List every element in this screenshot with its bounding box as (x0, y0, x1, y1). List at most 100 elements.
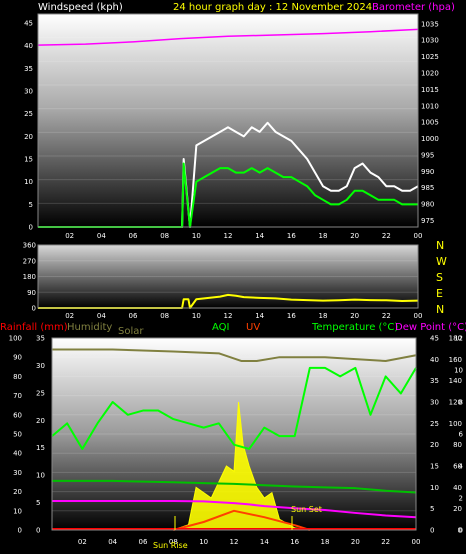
y-tick-label: 0 (430, 527, 434, 535)
y-tick-label: 975 (421, 217, 434, 225)
y-tick-label: 40 (24, 42, 33, 50)
x-tick-label: 20 (350, 312, 359, 320)
y-tick-label: 10 (430, 484, 439, 492)
y-tick-label: 90 (27, 289, 36, 297)
x-tick-label: 02 (65, 312, 74, 320)
y-tick-label: 1035 (421, 20, 439, 28)
x-tick-label: 04 (108, 538, 117, 546)
y-tick-label: 20 (453, 505, 462, 513)
y-tick-label: 5 (29, 201, 33, 209)
y-tick-label: 2 (459, 495, 463, 503)
compass-s: S (436, 271, 443, 284)
x-tick-label: 14 (255, 232, 264, 240)
compass-w: W (436, 255, 447, 268)
chart-title: 24 hour graph day : 12 November 2024 (173, 2, 372, 13)
y-tick-label: 60 (13, 411, 22, 419)
y-tick-label: 20 (13, 488, 22, 496)
y-tick-label: 30 (13, 469, 22, 477)
y-tick-label: 35 (430, 377, 439, 385)
y-tick-label: 15 (36, 444, 45, 452)
y-tick-label: 12 (454, 335, 463, 343)
y-tick-label: 4 (459, 463, 464, 471)
y-tick-label: 360 (23, 242, 36, 250)
y-tick-label: 45 (24, 20, 33, 28)
x-tick-label: 04 (97, 232, 106, 240)
sunrise-label: Sun Rise (153, 541, 188, 550)
y-tick-label: 70 (13, 392, 22, 400)
y-tick-label: 10 (454, 367, 463, 375)
y-tick-label: 160 (449, 356, 462, 364)
x-tick-label: 12 (230, 538, 239, 546)
y-tick-label: 50 (13, 431, 22, 439)
weather-graph: Windspeed (kph) 24 hour graph day : 12 N… (0, 2, 466, 550)
y-tick-label: 0 (32, 305, 36, 313)
humidity-axis-label: Humidity (67, 322, 112, 333)
y-tick-label: 1025 (421, 53, 439, 61)
x-tick-label: 06 (139, 538, 148, 546)
y-tick-label: 30 (24, 88, 33, 96)
y-tick-label: 100 (9, 335, 22, 343)
y-tick-label: 270 (23, 257, 36, 265)
y-tick-label: 0 (36, 527, 40, 535)
x-tick-label: 14 (260, 538, 269, 546)
x-tick-label: 10 (192, 232, 201, 240)
y-tick-label: 25 (24, 110, 33, 118)
y-tick-label: 1020 (421, 69, 439, 77)
x-tick-label: 08 (160, 232, 169, 240)
x-tick-label: 06 (129, 232, 138, 240)
y-tick-label: 10 (36, 472, 45, 480)
x-tick-label: 22 (382, 312, 391, 320)
y-tick-label: 1015 (421, 86, 439, 94)
y-tick-label: 25 (430, 420, 439, 428)
y-tick-label: 5 (430, 505, 434, 513)
y-tick-label: 40 (13, 450, 22, 458)
y-tick-label: 1005 (421, 119, 439, 127)
y-tick-label: 0 (459, 527, 463, 535)
y-tick-label: 20 (24, 133, 33, 141)
y-tick-label: 10 (24, 178, 33, 186)
y-tick-label: 20 (36, 417, 45, 425)
x-tick-label: 16 (287, 312, 296, 320)
compass-e: E (436, 287, 443, 300)
x-tick-label: 02 (78, 538, 87, 546)
rainfall-axis-label: Rainfall (mm) (0, 322, 68, 333)
y-tick-label: 0 (29, 224, 33, 232)
y-tick-label: 100 (449, 420, 462, 428)
y-tick-label: 20 (430, 441, 439, 449)
windspeed-axis-label: Windspeed (kph) (38, 2, 123, 13)
wind-panel-background (38, 14, 418, 227)
y-tick-label: 1000 (421, 135, 439, 143)
barometer-axis-label: Barometer (hpa) (372, 2, 455, 13)
y-tick-label: 180 (23, 273, 36, 281)
y-tick-label: 995 (421, 151, 434, 159)
temperature-axis-label: Temperature (°C) (311, 322, 398, 333)
x-tick-label: 22 (382, 232, 391, 240)
y-tick-label: 1010 (421, 102, 439, 110)
y-tick-label: 990 (421, 168, 434, 176)
aqi-axis-label: AQI (212, 322, 230, 333)
y-tick-label: 6 (459, 431, 464, 439)
x-tick-label: 08 (160, 312, 169, 320)
x-tick-label: 10 (192, 312, 201, 320)
uv-axis-label: UV (246, 322, 260, 333)
x-tick-label: 06 (129, 312, 138, 320)
x-tick-label: 00 (412, 538, 421, 546)
y-tick-label: 35 (36, 335, 45, 343)
x-tick-label: 12 (224, 232, 233, 240)
y-tick-label: 1030 (421, 37, 439, 45)
y-tick-label: 90 (13, 354, 22, 362)
y-tick-label: 15 (430, 463, 439, 471)
y-tick-label: 40 (430, 356, 439, 364)
x-tick-label: 12 (224, 312, 233, 320)
y-tick-label: 10 (13, 507, 22, 515)
x-tick-label: 18 (321, 538, 330, 546)
x-tick-label: 10 (199, 538, 208, 546)
compass-n2: N (436, 303, 444, 316)
y-tick-label: 30 (36, 362, 45, 370)
solar-axis-label: Solar (118, 326, 144, 337)
y-tick-label: 985 (421, 184, 434, 192)
y-tick-label: 30 (430, 399, 439, 407)
x-tick-label: 00 (414, 312, 423, 320)
y-tick-label: 15 (24, 156, 33, 164)
y-tick-label: 5 (36, 499, 40, 507)
